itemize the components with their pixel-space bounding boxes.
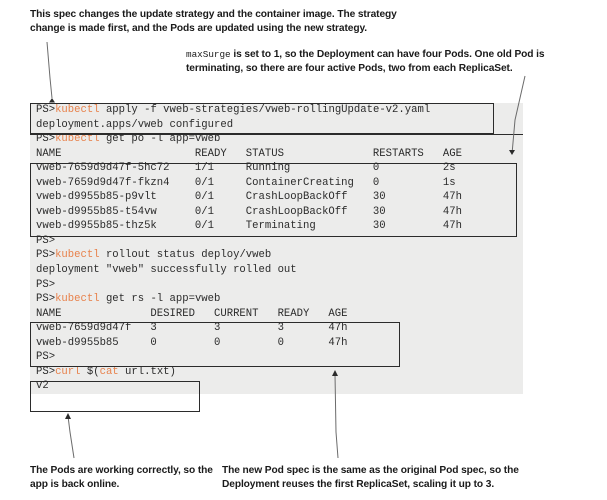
annotation-top-right: maxSurge is set to 1, so the Deployment … bbox=[186, 48, 592, 75]
line-po-header: NAME READY STATUS RESTARTS AGE bbox=[30, 147, 523, 162]
terminal-line-text: vweb-d9955b85-thz5k 0/1 Terminating 30 4… bbox=[36, 220, 462, 233]
annotation-bottom-left: The Pods are working correctly, so the a… bbox=[30, 465, 213, 490]
line-po-row-2: vweb-7659d9d47f-fkzn4 0/1 ContainerCreat… bbox=[30, 176, 523, 191]
terminal-transcript[interactable]: PS>kubectl apply -f vweb-strategies/vweb… bbox=[30, 103, 523, 394]
line-curl-cmd: PS>curl $(cat url.txt) bbox=[30, 365, 523, 380]
terminal-line-text: v2 bbox=[36, 380, 49, 393]
annotation-maxsurge-code: maxSurge bbox=[186, 49, 231, 60]
leader-line-top-left bbox=[46, 41, 53, 99]
line-po-row-4: vweb-d9955b85-t54vw 0/1 CrashLoopBackOff… bbox=[30, 205, 523, 220]
terminal-line-text: vweb-d9955b85-p9vlt 0/1 CrashLoopBackOff… bbox=[36, 191, 462, 204]
terminal-prompt: PS> bbox=[36, 234, 56, 247]
terminal-line-text: apply -f vweb-strategies/vweb-rollingUpd… bbox=[99, 104, 431, 116]
line-blank-2: PS> bbox=[30, 278, 523, 293]
line-rs-header: NAME DESIRED CURRENT READY AGE bbox=[30, 307, 523, 322]
line-rs-row-2: vweb-d9955b85 0 0 0 47h bbox=[30, 336, 523, 351]
terminal-command-keyword: curl bbox=[55, 365, 81, 378]
line-po-row-3: vweb-d9955b85-p9vlt 0/1 CrashLoopBackOff… bbox=[30, 190, 523, 205]
terminal-prompt: PS> bbox=[36, 293, 56, 306]
line-blank-1: PS> bbox=[30, 234, 523, 249]
terminal-command-keyword: kubectl bbox=[55, 249, 100, 262]
line-apply-out: deployment.apps/vweb configured bbox=[30, 118, 523, 133]
figure-root: This spec changes the update strategy an… bbox=[0, 0, 607, 500]
terminal-prompt: PS> bbox=[36, 133, 56, 146]
terminal-command-keyword: kubectl bbox=[55, 104, 100, 116]
terminal-line-text: NAME DESIRED CURRENT READY AGE bbox=[36, 307, 348, 320]
annotation-top-right-text: is set to 1, so the Deployment can have … bbox=[186, 49, 545, 74]
terminal-prompt: PS> bbox=[36, 351, 56, 364]
terminal-prompt: PS> bbox=[36, 278, 56, 291]
terminal-command-keyword: kubectl bbox=[55, 133, 100, 146]
annotation-top-left: This spec changes the update strategy an… bbox=[30, 9, 397, 34]
line-po-row-1: vweb-7659d9d47f-5hc72 1/1 Running 0 2s bbox=[30, 161, 523, 176]
pod-table-top-rule bbox=[30, 133, 523, 135]
terminal-line-text: vweb-7659d9d47f 3 3 3 47h bbox=[36, 322, 348, 335]
leader-arrow-top-left bbox=[49, 98, 55, 103]
terminal-line-text: vweb-d9955b85-t54vw 0/1 CrashLoopBackOff… bbox=[36, 205, 462, 218]
terminal-line-text: NAME READY STATUS RESTARTS AGE bbox=[36, 147, 462, 160]
terminal-line-text: deployment "vweb" successfully rolled ou… bbox=[36, 264, 297, 277]
terminal-line-text: vweb-7659d9d47f-fkzn4 0/1 ContainerCreat… bbox=[36, 176, 456, 189]
terminal-line-text: get rs -l app=vweb bbox=[99, 293, 221, 306]
terminal-line-text: vweb-d9955b85 0 0 0 47h bbox=[36, 336, 348, 349]
terminal-command-keyword: cat bbox=[99, 365, 119, 378]
line-apply-cmd: PS>kubectl apply -f vweb-strategies/vweb… bbox=[30, 103, 523, 118]
line-getrs-cmd: PS>kubectl get rs -l app=vweb bbox=[30, 292, 523, 307]
line-po-row-5: vweb-d9955b85-thz5k 0/1 Terminating 30 4… bbox=[30, 219, 523, 234]
line-rollout-cmd: PS>kubectl rollout status deploy/vweb bbox=[30, 248, 523, 263]
terminal-line-text: rollout status deploy/vweb bbox=[99, 249, 272, 262]
line-rollout-out: deployment "vweb" successfully rolled ou… bbox=[30, 263, 523, 278]
terminal-line-text: $( bbox=[80, 365, 100, 378]
terminal-line-text: deployment.apps/vweb configured bbox=[36, 118, 234, 131]
terminal-prompt: PS> bbox=[36, 104, 56, 116]
line-blank-3: PS> bbox=[30, 350, 523, 365]
terminal-line-text: get po -l app=vweb bbox=[99, 133, 221, 146]
annotation-bottom-right: The new Pod spec is the same as the orig… bbox=[222, 465, 519, 490]
line-curl-out: v2 bbox=[30, 379, 523, 394]
leader-line-bottom-left bbox=[67, 415, 75, 459]
terminal-prompt: PS> bbox=[36, 365, 56, 378]
line-rs-row-1: vweb-7659d9d47f 3 3 3 47h bbox=[30, 321, 523, 336]
terminal-prompt: PS> bbox=[36, 249, 56, 262]
terminal-line-text: url.txt) bbox=[118, 365, 176, 378]
terminal-command-keyword: kubectl bbox=[55, 293, 100, 306]
leader-arrow-bottom-left bbox=[65, 413, 71, 419]
terminal-line-text: vweb-7659d9d47f-5hc72 1/1 Running 0 2s bbox=[36, 162, 456, 175]
